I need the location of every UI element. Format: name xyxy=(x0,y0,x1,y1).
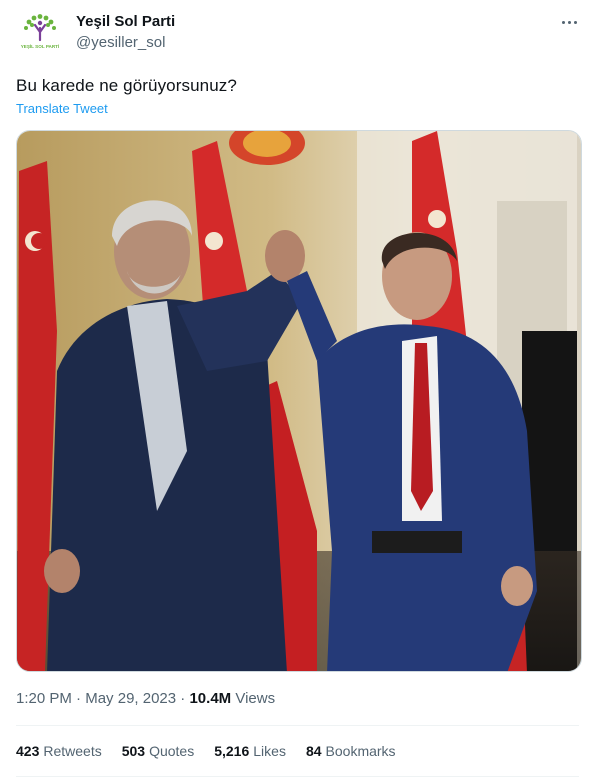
tweet-photo[interactable] xyxy=(16,130,582,672)
bookmarks-label: Bookmarks xyxy=(325,743,396,759)
author-handle[interactable]: @yesiller_sol xyxy=(76,34,165,51)
retweets-stat[interactable]: 423 Retweets xyxy=(16,743,102,759)
tweet[interactable]: YEŞİL SOL PARTİ Yeşil Sol Parti @yesille… xyxy=(0,0,595,780)
divider xyxy=(16,725,579,726)
more-options-icon[interactable] xyxy=(557,12,581,32)
quotes-label: Quotes xyxy=(149,743,195,759)
tweet-timestamp[interactable]: 1:20 PM · May 29, 2023 · 10.4M Views xyxy=(16,690,275,707)
quotes-stat[interactable]: 503 Quotes xyxy=(122,743,195,759)
retweets-count: 423 xyxy=(16,743,40,759)
retweets-label: Retweets xyxy=(43,743,102,759)
divider xyxy=(16,776,579,777)
party-logo-icon: YEŞİL SOL PARTİ xyxy=(16,10,64,58)
views-count: 10.4M xyxy=(189,690,232,707)
tweet-text: Bu karede ne görüyorsunuz? xyxy=(16,76,237,95)
likes-label: Likes xyxy=(253,743,286,759)
views-label: Views xyxy=(235,690,276,707)
translate-tweet-link[interactable]: Translate Tweet xyxy=(16,101,108,116)
engagement-stats: 423 Retweets 503 Quotes 5,216 Likes 84 Bookm… xyxy=(16,743,396,759)
author-display-name[interactable]: Yeşil Sol Parti xyxy=(76,13,175,30)
avatar-caption: YEŞİL SOL PARTİ xyxy=(21,43,60,49)
quotes-count: 503 xyxy=(121,743,146,759)
likes-stat[interactable]: 5,216 Likes xyxy=(214,743,286,759)
tweet-time: 1:20 PM xyxy=(16,690,72,707)
bookmarks-stat[interactable]: 84 Bookmarks xyxy=(306,743,396,759)
bookmarks-count: 84 xyxy=(305,743,322,759)
tweet-date: May 29, 2023 xyxy=(85,690,177,707)
profile-avatar[interactable]: YEŞİL SOL PARTİ xyxy=(16,10,64,58)
likes-count: 5,216 xyxy=(214,743,250,759)
